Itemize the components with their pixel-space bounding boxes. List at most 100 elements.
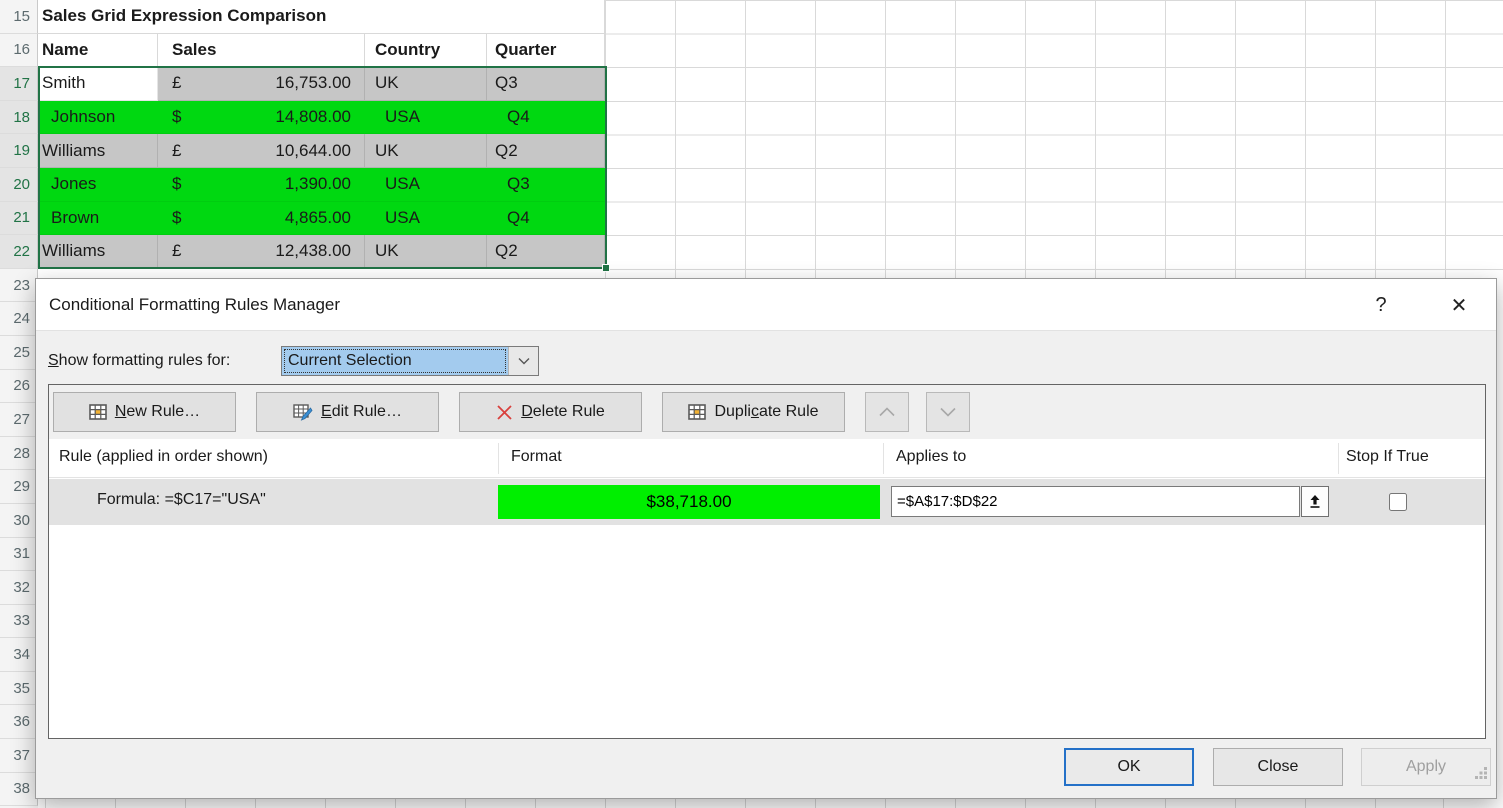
dropdown-button[interactable] [508, 347, 538, 375]
collapse-dialog-icon [1308, 494, 1322, 509]
rules-list-header: Rule (applied in order shown) Format App… [49, 439, 1485, 478]
column-header-stop-if-true: Stop If True [1346, 448, 1429, 466]
edit-rule-label: Edit Rule… [321, 403, 402, 421]
delete-rule-label: Delete Rule [521, 403, 605, 421]
move-rule-down-button[interactable] [926, 392, 970, 432]
header-cell-country[interactable]: Country [365, 34, 487, 68]
cell-country[interactable]: USA [365, 101, 487, 135]
cell-name[interactable]: Williams [38, 235, 158, 269]
chevron-down-icon [939, 407, 957, 417]
rules-panel: New Rule… Edit Rule… Delete Rule Duplica… [48, 384, 1486, 739]
cell-quarter[interactable]: Q3 [487, 168, 605, 202]
help-button[interactable]: ? [1358, 279, 1404, 331]
close-button[interactable]: ✕ [1436, 279, 1482, 331]
row-header-26[interactable]: 26 [0, 370, 38, 404]
cell-name[interactable]: Williams [38, 134, 158, 168]
range-picker-button[interactable] [1301, 486, 1329, 517]
row-header-24[interactable]: 24 [0, 302, 38, 336]
row-header-35[interactable]: 35 [0, 672, 38, 706]
new-rule-button[interactable]: New Rule… [53, 392, 236, 432]
applies-to-input[interactable] [891, 486, 1300, 517]
chevron-down-icon [518, 357, 530, 365]
new-rule-label: New Rule… [115, 403, 200, 421]
cell-country[interactable]: USA [365, 202, 487, 236]
header-cell-sales[interactable]: Sales [158, 34, 365, 68]
close-dialog-button[interactable]: Close [1213, 748, 1343, 786]
rule-description: Formula: =$C17="USA" [97, 491, 266, 509]
cell-name[interactable]: Smith [38, 67, 158, 101]
row-header-23[interactable]: 23 [0, 269, 38, 303]
table-row: Brown $4,865.00 USA Q4 [38, 202, 605, 236]
cell-name[interactable]: Johnson [38, 101, 158, 135]
row-header-29[interactable]: 29 [0, 470, 38, 504]
resize-grip[interactable] [1474, 765, 1488, 779]
cell-quarter[interactable]: Q2 [487, 134, 605, 168]
row-header-36[interactable]: 36 [0, 705, 38, 739]
ok-button[interactable]: OK [1064, 748, 1194, 786]
cell-quarter[interactable]: Q4 [487, 202, 605, 236]
row-header-19[interactable]: 19 [0, 134, 38, 168]
row-header-22[interactable]: 22 [0, 235, 38, 269]
row-header-18[interactable]: 18 [0, 101, 38, 135]
empty-grid-cells[interactable] [605, 0, 1503, 278]
header-cell-quarter[interactable]: Quarter [487, 34, 605, 68]
stop-if-true-checkbox[interactable] [1389, 493, 1407, 511]
duplicate-rule-button[interactable]: Duplicate Rule [662, 392, 845, 432]
duplicate-rule-grid-icon [688, 404, 706, 420]
cell-country[interactable]: UK [365, 67, 487, 101]
move-rule-up-button[interactable] [865, 392, 909, 432]
cell-quarter[interactable]: Q2 [487, 235, 605, 269]
row-header-38[interactable]: 38 [0, 773, 38, 807]
edit-rule-button[interactable]: Edit Rule… [256, 392, 439, 432]
sales-table: Sales Grid Expression Comparison Name Sa… [38, 0, 605, 269]
cell-name[interactable]: Jones [38, 168, 158, 202]
cell-quarter[interactable]: Q3 [487, 67, 605, 101]
header-cell-name[interactable]: Name [38, 34, 158, 68]
row-header-33[interactable]: 33 [0, 605, 38, 639]
row-header-31[interactable]: 31 [0, 538, 38, 572]
cell-sales[interactable]: $4,865.00 [158, 202, 365, 236]
row-header-20[interactable]: 20 [0, 168, 38, 202]
new-rule-grid-icon [89, 404, 107, 420]
cell-sales[interactable]: £16,753.00 [158, 67, 365, 101]
amount: 1,390.00 [285, 174, 351, 194]
delete-rule-x-icon [496, 404, 513, 421]
rule-row[interactable]: Formula: =$C17="USA" $38,718.00 [49, 479, 1485, 525]
cell-country[interactable]: USA [365, 168, 487, 202]
cell-country[interactable]: UK [365, 134, 487, 168]
row-header-27[interactable]: 27 [0, 403, 38, 437]
delete-rule-button[interactable]: Delete Rule [459, 392, 642, 432]
row-header-21[interactable]: 21 [0, 202, 38, 236]
cell-sales[interactable]: $14,808.00 [158, 101, 365, 135]
dialog-title: Conditional Formatting Rules Manager [49, 295, 340, 315]
cell-sales[interactable]: $1,390.00 [158, 168, 365, 202]
sheet-title-cell[interactable]: Sales Grid Expression Comparison [38, 0, 605, 34]
row-header-37[interactable]: 37 [0, 739, 38, 773]
dialog-titlebar[interactable]: Conditional Formatting Rules Manager [36, 279, 1496, 331]
cell-sales[interactable]: £10,644.00 [158, 134, 365, 168]
row-header-30[interactable]: 30 [0, 504, 38, 538]
row-header-25[interactable]: 25 [0, 336, 38, 370]
show-rules-label: Show formatting rules for: [48, 352, 230, 370]
table-row: Smith £16,753.00 UK Q3 [38, 67, 605, 101]
cell-name[interactable]: Brown [38, 202, 158, 236]
cell-quarter[interactable]: Q4 [487, 101, 605, 135]
empty-grid-cells-bottom[interactable] [35, 799, 1503, 808]
amount: 10,644.00 [275, 141, 351, 161]
show-rules-dropdown[interactable]: Current Selection [281, 346, 539, 376]
apply-button[interactable]: Apply [1361, 748, 1491, 786]
row-header-28[interactable]: 28 [0, 437, 38, 471]
row-header-34[interactable]: 34 [0, 638, 38, 672]
column-divider [498, 443, 499, 474]
cell-country[interactable]: UK [365, 235, 487, 269]
column-divider [1338, 443, 1339, 474]
table-header-row: Name Sales Country Quarter [38, 34, 605, 68]
row-header-32[interactable]: 32 [0, 571, 38, 605]
row-header-15[interactable]: 15 [0, 0, 38, 34]
cell-sales[interactable]: £12,438.00 [158, 235, 365, 269]
row-header-16[interactable]: 16 [0, 34, 38, 68]
help-icon: ? [1375, 294, 1386, 317]
row-header-17[interactable]: 17 [0, 67, 38, 101]
conditional-formatting-rules-manager-dialog: Conditional Formatting Rules Manager ? ✕… [35, 278, 1497, 799]
table-row: Jones $1,390.00 USA Q3 [38, 168, 605, 202]
